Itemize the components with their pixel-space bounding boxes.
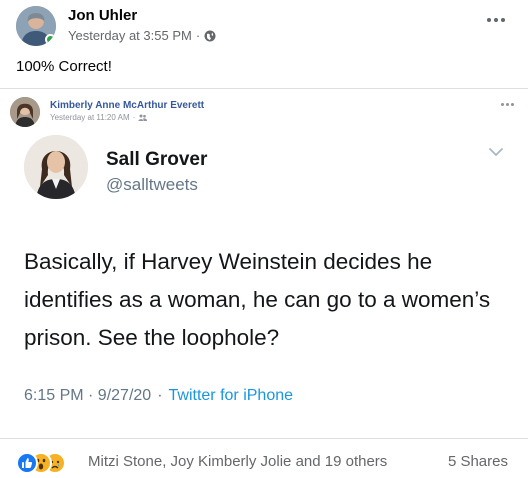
embedded-tweet: Sall Grover @salltweets Basically, if Ha… xyxy=(0,133,528,433)
online-status-indicator xyxy=(45,34,56,45)
tweet-source-link[interactable]: Twitter for iPhone xyxy=(169,387,294,405)
reaction-names[interactable]: Mitzi Stone, Joy Kimberly Jolie and 19 o… xyxy=(88,453,387,470)
friends-icon xyxy=(138,114,148,121)
tweet-timestamp[interactable]: 6:15 PM · 9/27/20 xyxy=(24,387,151,405)
post-header: Jon Uhler Yesterday at 3:55 PM · xyxy=(16,6,512,50)
shared-more-options-icon[interactable] xyxy=(501,103,514,106)
author-avatar[interactable] xyxy=(16,6,56,46)
reaction-icons[interactable] xyxy=(16,452,76,474)
shared-author-avatar-photo xyxy=(10,97,40,127)
post-timestamp[interactable]: Yesterday at 3:55 PM xyxy=(68,28,192,43)
shared-author-name[interactable]: Kimberly Anne McArthur Everett xyxy=(50,100,204,111)
post-meta: Yesterday at 3:55 PM · xyxy=(68,28,216,43)
tweet-author-avatar-photo xyxy=(24,135,88,199)
more-options-icon[interactable] xyxy=(484,14,508,26)
tweet-author-handle[interactable]: @salltweets xyxy=(106,175,198,195)
tweet-author-name[interactable]: Sall Grover xyxy=(106,149,207,171)
shares-count[interactable]: 5 Shares xyxy=(448,453,508,470)
shared-post-timestamp[interactable]: Yesterday at 11:20 AM xyxy=(50,113,130,122)
reactions-bar: Mitzi Stone, Joy Kimberly Jolie and 19 o… xyxy=(0,438,528,478)
shared-post-header: Kimberly Anne McArthur Everett Yesterday… xyxy=(10,97,518,129)
chevron-down-icon[interactable] xyxy=(488,147,504,157)
meta-separator: · xyxy=(195,28,201,43)
tweet-footer-separator: · xyxy=(157,387,163,404)
tweet-footer: 6:15 PM · 9/27/20 · Twitter for iPhone xyxy=(24,387,293,405)
like-icon xyxy=(16,452,38,474)
globe-icon xyxy=(204,30,216,41)
tweet-text: Basically, if Harvey Weinstein decides h… xyxy=(24,249,491,350)
author-name[interactable]: Jon Uhler xyxy=(68,7,137,24)
post-text: 100% Correct! xyxy=(16,58,112,75)
shared-author-avatar[interactable] xyxy=(10,97,40,127)
tweet-author-avatar[interactable] xyxy=(24,135,88,199)
shared-post: Kimberly Anne McArthur Everett Yesterday… xyxy=(0,88,528,434)
shared-post-meta: Yesterday at 11:20 AM · xyxy=(50,113,148,122)
shared-meta-separator: · xyxy=(132,113,136,122)
